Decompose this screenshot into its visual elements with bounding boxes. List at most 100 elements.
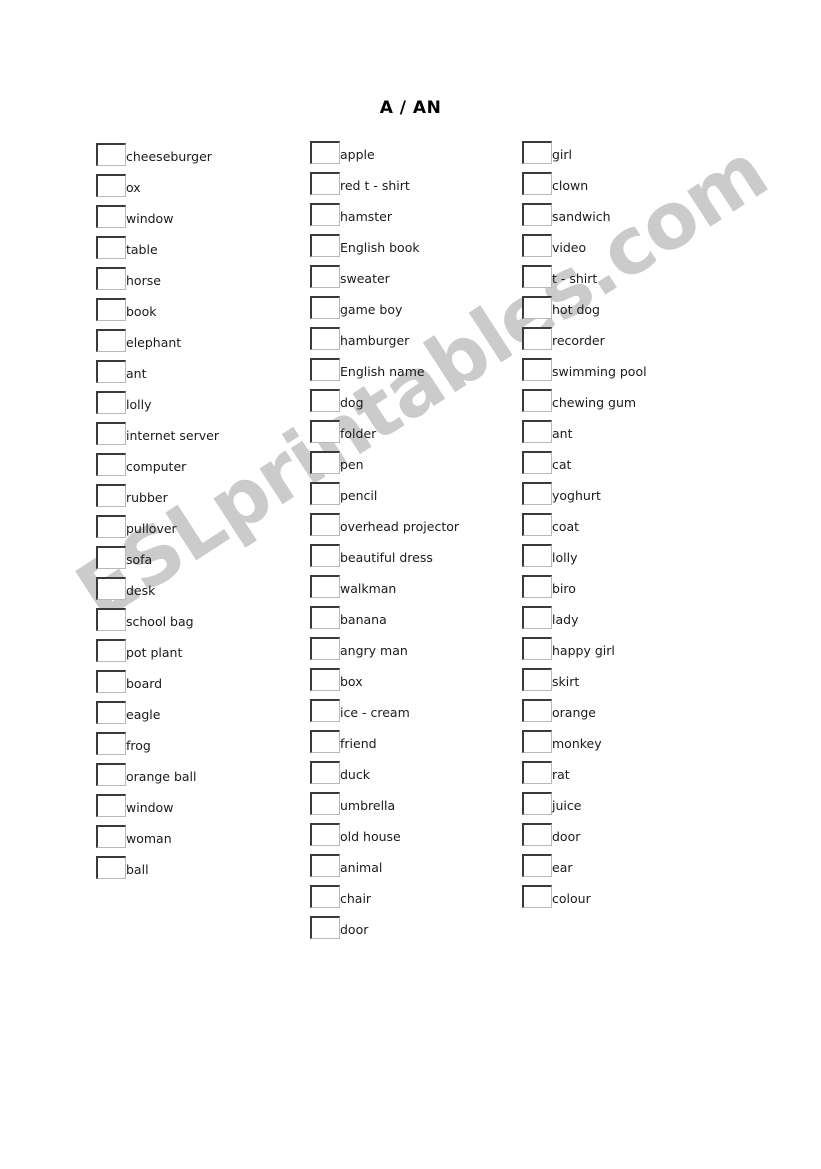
checkbox-input[interactable]: [310, 885, 340, 908]
checkbox-input[interactable]: [522, 172, 552, 195]
checkbox-input[interactable]: [310, 141, 340, 164]
checkbox-input[interactable]: [96, 608, 126, 631]
checkbox-input[interactable]: [96, 391, 126, 414]
checkbox-input[interactable]: [522, 637, 552, 660]
checkbox-input[interactable]: [522, 389, 552, 412]
checkbox-input[interactable]: [96, 267, 126, 290]
checkbox-input[interactable]: [522, 730, 552, 753]
checkbox-input[interactable]: [96, 484, 126, 507]
checkbox-input[interactable]: [310, 172, 340, 195]
checkbox-input[interactable]: [96, 422, 126, 445]
checkbox-input[interactable]: [522, 451, 552, 474]
checkbox-input[interactable]: [310, 575, 340, 598]
checkbox-input[interactable]: [310, 451, 340, 474]
checkbox-input[interactable]: [96, 577, 126, 600]
checkbox-input[interactable]: [310, 203, 340, 226]
checkbox-input[interactable]: [522, 358, 552, 381]
checkbox-input[interactable]: [310, 699, 340, 722]
checkbox-input[interactable]: [96, 639, 126, 662]
checkbox-input[interactable]: [310, 296, 340, 319]
checkbox-input[interactable]: [96, 453, 126, 476]
checklist-item-label: English name: [340, 364, 425, 379]
checklist-item-label: clown: [552, 178, 589, 193]
checkbox-input[interactable]: [310, 389, 340, 412]
checkbox-input[interactable]: [310, 358, 340, 381]
checklist-item-label: friend: [340, 736, 377, 751]
checklist-item-label: school bag: [126, 614, 194, 629]
checklist-item-label: umbrella: [340, 798, 396, 813]
checkbox-input[interactable]: [310, 730, 340, 753]
checkbox-input[interactable]: [310, 606, 340, 629]
checklist-item-label: hot dog: [552, 302, 600, 317]
checkbox-input[interactable]: [310, 761, 340, 784]
checkbox-input[interactable]: [310, 544, 340, 567]
checklist-item-label: window: [126, 211, 174, 226]
checklist-item-label: table: [126, 242, 158, 257]
checklist-item-label: happy girl: [552, 643, 615, 658]
checklist-item-label: sofa: [126, 552, 153, 567]
checkbox-input[interactable]: [310, 823, 340, 846]
checklist-item-label: sandwich: [552, 209, 611, 224]
checkbox-input[interactable]: [310, 668, 340, 691]
checkbox-input[interactable]: [522, 854, 552, 877]
checkbox-input[interactable]: [310, 327, 340, 350]
checkbox-input[interactable]: [310, 637, 340, 660]
checklist-item-label: ant: [126, 366, 147, 381]
checkbox-input[interactable]: [522, 203, 552, 226]
checklist-columns: cheeseburger ox window table horse book elepha…: [0, 0, 821, 1169]
checkbox-input[interactable]: [310, 265, 340, 288]
checklist-item-label: lolly: [126, 397, 152, 412]
checklist-item-label: desk: [126, 583, 156, 598]
checkbox-input[interactable]: [96, 732, 126, 755]
checkbox-input[interactable]: [310, 482, 340, 505]
checkbox-input[interactable]: [522, 482, 552, 505]
checkbox-input[interactable]: [522, 761, 552, 784]
checkbox-input[interactable]: [310, 420, 340, 443]
checkbox-input[interactable]: [96, 763, 126, 786]
checkbox-input[interactable]: [522, 265, 552, 288]
checkbox-input[interactable]: [96, 701, 126, 724]
checkbox-input[interactable]: [310, 513, 340, 536]
checkbox-input[interactable]: [522, 668, 552, 691]
checkbox-input[interactable]: [522, 606, 552, 629]
checklist-item-label: duck: [340, 767, 370, 782]
checklist-item-label: orange: [552, 705, 596, 720]
checkbox-input[interactable]: [310, 916, 340, 939]
checklist-item-label: monkey: [552, 736, 602, 751]
checkbox-input[interactable]: [522, 823, 552, 846]
checkbox-input[interactable]: [96, 205, 126, 228]
checkbox-input[interactable]: [96, 825, 126, 848]
checkbox-input[interactable]: [522, 544, 552, 567]
checkbox-input[interactable]: [522, 234, 552, 257]
checkbox-input[interactable]: [96, 360, 126, 383]
checkbox-input[interactable]: [522, 699, 552, 722]
checkbox-input[interactable]: [96, 856, 126, 879]
checkbox-input[interactable]: [96, 794, 126, 817]
checkbox-input[interactable]: [96, 515, 126, 538]
checkbox-input[interactable]: [522, 792, 552, 815]
checkbox-input[interactable]: [96, 143, 126, 166]
checkbox-input[interactable]: [522, 513, 552, 536]
checkbox-input[interactable]: [522, 885, 552, 908]
checkbox-input[interactable]: [522, 141, 552, 164]
checkbox-input[interactable]: [310, 234, 340, 257]
checklist-item-label: hamster: [340, 209, 393, 224]
checkbox-input[interactable]: [96, 329, 126, 352]
checkbox-input[interactable]: [522, 575, 552, 598]
checkbox-input[interactable]: [310, 792, 340, 815]
checkbox-input[interactable]: [96, 298, 126, 321]
checklist-item-label: ant: [552, 426, 573, 441]
checkbox-input[interactable]: [96, 174, 126, 197]
checklist-item-label: recorder: [552, 333, 605, 348]
checkbox-input[interactable]: [96, 236, 126, 259]
checklist-item-label: hamburger: [340, 333, 410, 348]
checkbox-input[interactable]: [96, 546, 126, 569]
checkbox-input[interactable]: [522, 327, 552, 350]
checkbox-input[interactable]: [96, 670, 126, 693]
checklist-item-label: lolly: [552, 550, 578, 565]
checkbox-input[interactable]: [310, 854, 340, 877]
checkbox-input[interactable]: [522, 296, 552, 319]
checkbox-input[interactable]: [522, 420, 552, 443]
checklist-item-label: girl: [552, 147, 573, 162]
checklist-item-label: pencil: [340, 488, 378, 503]
